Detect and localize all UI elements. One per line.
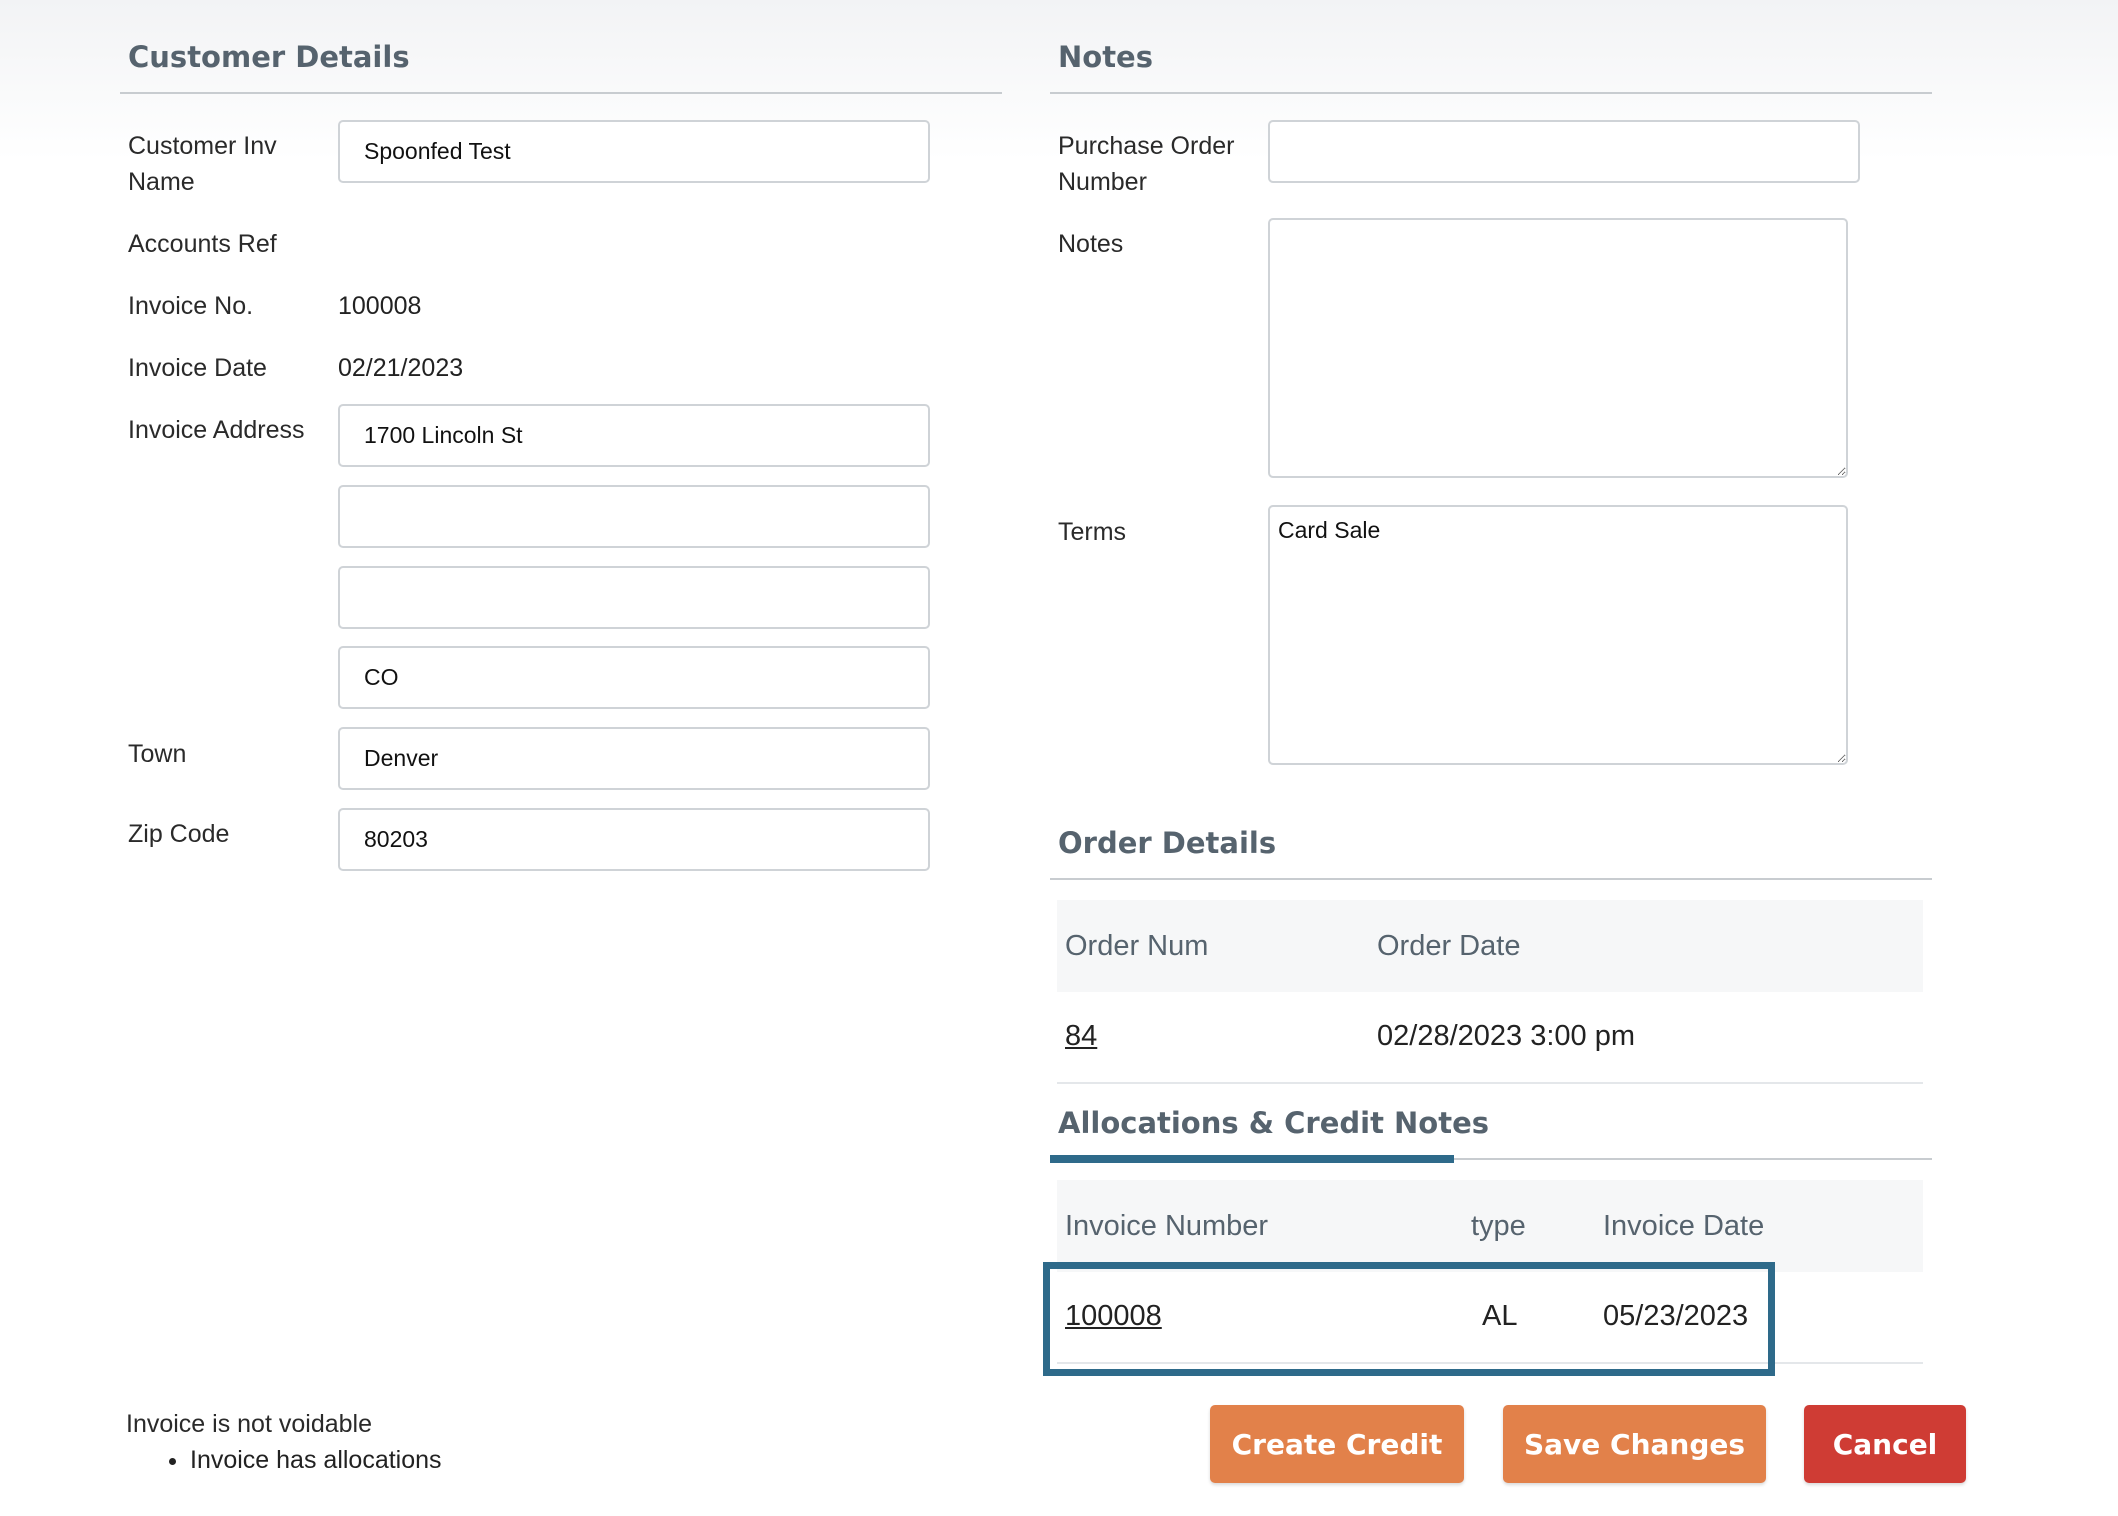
save-changes-button[interactable]: Save Changes <box>1503 1405 1766 1483</box>
town-label: Town <box>128 740 187 768</box>
customer-inv-name-input[interactable] <box>338 120 930 183</box>
po-number-label: Purchase Order Number <box>1058 132 1235 196</box>
allocations-title[interactable]: Allocations & Credit Notes <box>1058 1106 1489 1140</box>
invoice-address-label: Invoice Address <box>128 416 305 444</box>
notes-title: Notes <box>1058 40 1153 74</box>
allocations-table-header: Invoice Number type Invoice Date <box>1057 1180 1923 1272</box>
terms-label: Terms <box>1058 518 1127 546</box>
terms-textarea[interactable]: Card Sale <box>1268 505 1848 765</box>
town-input[interactable] <box>338 727 930 790</box>
void-reason-item: Invoice has allocations <box>190 1442 442 1478</box>
invoice-date-value: 02/21/2023 <box>338 354 464 382</box>
customer-inv-name-label: Customer Inv Name <box>128 132 277 196</box>
order-table-header: Order Num Order Date <box>1057 900 1923 992</box>
order-date-column-header: Order Date <box>1377 930 1521 962</box>
cancel-button[interactable]: Cancel <box>1804 1405 1966 1483</box>
invoice-date-label: Invoice Date <box>128 354 267 382</box>
order-details-divider <box>1050 878 1932 880</box>
customer-details-title: Customer Details <box>128 40 410 74</box>
invoice-address-line3-input[interactable] <box>338 566 930 629</box>
po-number-input[interactable] <box>1268 120 1860 183</box>
order-num-link[interactable]: 84 <box>1065 1016 1097 1056</box>
create-credit-button[interactable]: Create Credit <box>1210 1405 1464 1483</box>
invoice-no-label: Invoice No. <box>128 292 254 320</box>
void-reasons-list: Invoice has allocations <box>160 1442 442 1478</box>
invoice-no-value: 100008 <box>338 292 422 320</box>
void-status-message: Invoice is not voidable <box>126 1410 372 1438</box>
order-date-cell: 02/28/2023 3:00 pm <box>1377 1020 1635 1052</box>
order-details-title: Order Details <box>1058 826 1277 860</box>
notes-label: Notes <box>1058 230 1124 258</box>
order-num-column-header: Order Num <box>1065 930 1209 962</box>
customer-details-divider <box>120 92 1002 94</box>
allocations-tab-indicator <box>1050 1155 1454 1163</box>
allocation-row-highlight <box>1043 1262 1775 1376</box>
accounts-ref-label: Accounts Ref <box>128 230 277 258</box>
notes-textarea[interactable] <box>1268 218 1848 478</box>
type-column-header: type <box>1471 1210 1526 1242</box>
invoice-address-line1-input[interactable] <box>338 404 930 467</box>
invoice-date-column-header: Invoice Date <box>1603 1210 1765 1242</box>
invoice-number-column-header: Invoice Number <box>1065 1210 1269 1242</box>
zip-code-input[interactable] <box>338 808 930 871</box>
invoice-address-line2-input[interactable] <box>338 485 930 548</box>
zip-code-label: Zip Code <box>128 820 230 848</box>
invoice-address-line4-input[interactable] <box>338 646 930 709</box>
notes-divider <box>1050 92 1932 94</box>
table-row: 84 02/28/2023 3:00 pm <box>1057 992 1923 1084</box>
